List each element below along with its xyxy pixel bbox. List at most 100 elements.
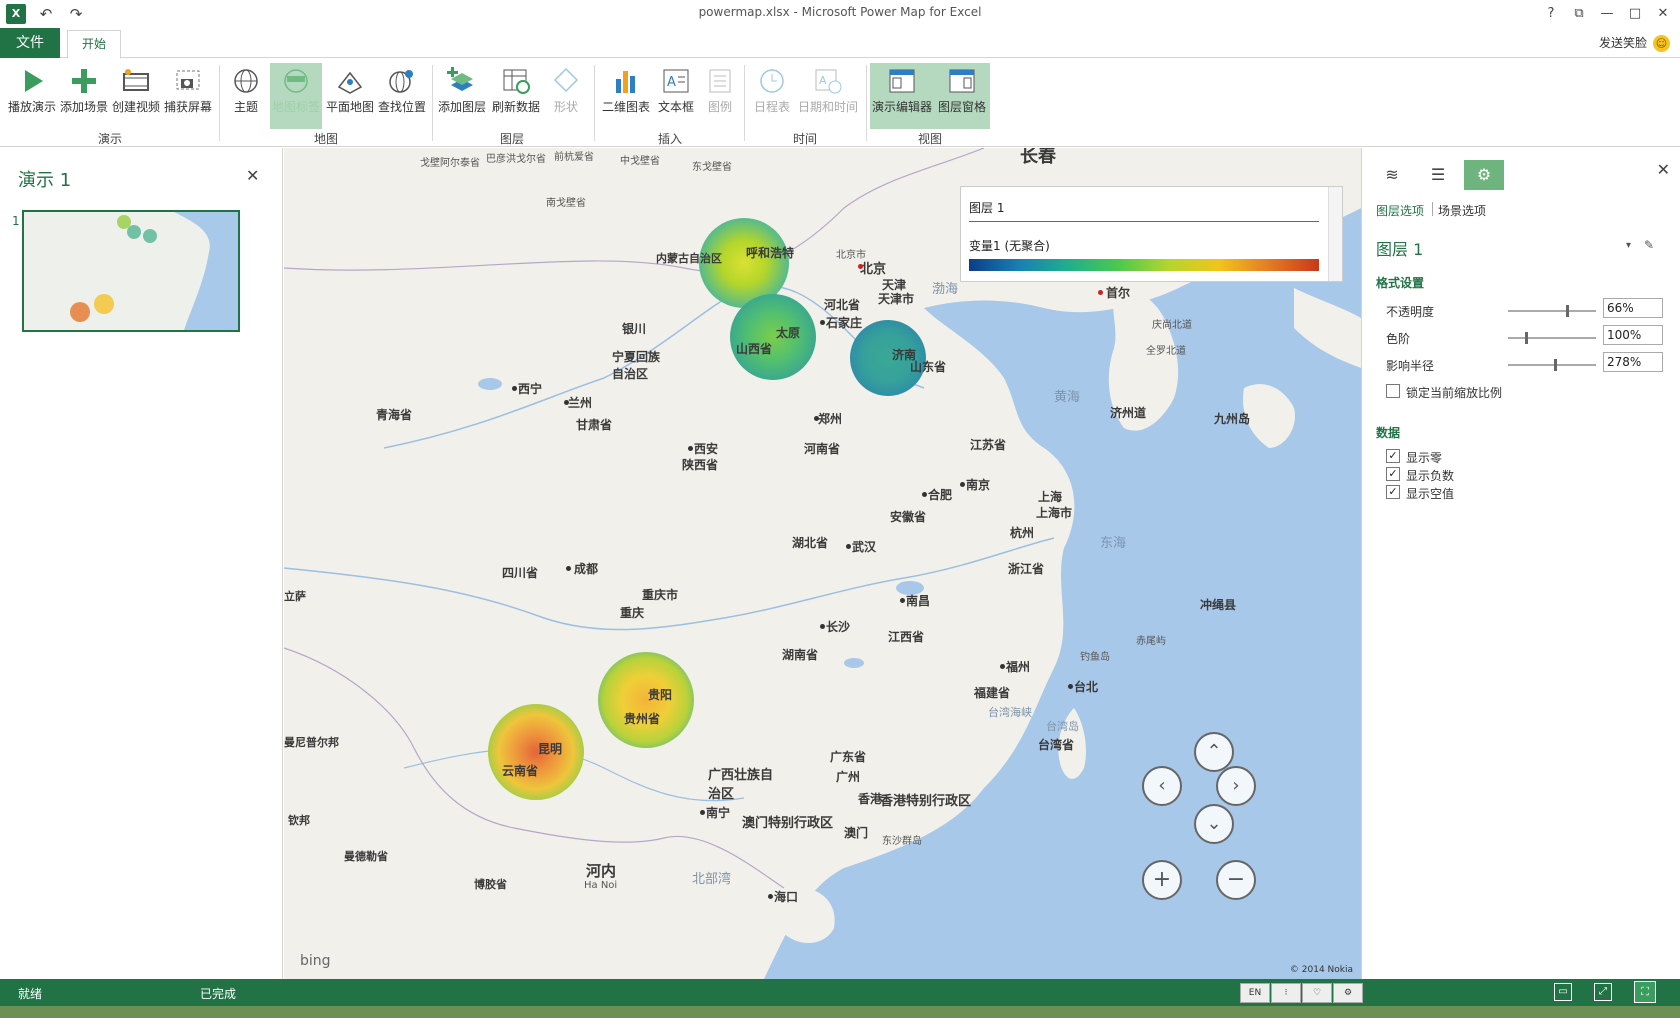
play-tour-button[interactable]: 播放演示 [6, 63, 58, 129]
map-labels-button[interactable]: 地图标签 [270, 63, 322, 129]
ribbon-separator [219, 65, 220, 141]
chevron-down-icon[interactable]: ▾ [1626, 240, 1631, 251]
map-label: Ha Noi [584, 880, 618, 891]
map-legend[interactable]: 图层 1 变量1 (无聚合) [960, 186, 1343, 282]
tab-home[interactable]: 开始 [67, 30, 121, 59]
status-bar: 就绪 已完成 EN ⁝ ♡ ⚙ ▭ ⤢ ⛶ [0, 979, 1680, 1006]
map-label: 贵阳 [648, 688, 673, 702]
ribbon-separator [594, 65, 595, 141]
opacity-slider[interactable] [1508, 305, 1596, 317]
color-scale-input[interactable]: 100% [1603, 325, 1663, 345]
slider-knob[interactable] [1566, 305, 1569, 317]
add-layer-icon [447, 67, 477, 95]
language-button[interactable]: EN [1240, 983, 1270, 1003]
layer-pane-button[interactable]: 图层窗格 [934, 63, 990, 129]
add-scene-button[interactable]: 添加场景 [58, 63, 110, 129]
film-icon [121, 67, 151, 95]
status-complete: 已完成 [200, 987, 237, 1001]
zoom-in-button[interactable]: + [1142, 860, 1182, 900]
info-icon[interactable]: ⁝ [1271, 983, 1301, 1003]
restore-ribbon-icon[interactable]: ⧉ [1568, 4, 1590, 24]
settings-icon[interactable]: ⚙ [1464, 160, 1504, 190]
pan-up-button[interactable]: ⌃ [1194, 732, 1234, 772]
view-normal-icon[interactable]: ▭ [1554, 983, 1572, 1001]
bar-chart-icon [611, 67, 641, 95]
zoom-out-button[interactable]: − [1216, 860, 1256, 900]
tour-title[interactable]: 演示 1 [18, 166, 71, 192]
map-label: 江苏省 [970, 438, 1007, 452]
clock-icon [757, 67, 787, 95]
layers-icon[interactable]: ≋ [1372, 160, 1412, 190]
pan-left-button[interactable]: ‹ [1142, 766, 1182, 806]
shapes-button[interactable]: 形状 [544, 63, 588, 129]
chart-2d-button[interactable]: 二维图表 [600, 63, 652, 129]
maximize-button[interactable]: □ [1624, 4, 1646, 24]
map-label: 巴彦洪戈尔省 [486, 154, 546, 165]
map-label: 南宁 [706, 806, 731, 820]
show-zero-checkbox[interactable]: ✓ [1386, 449, 1400, 463]
tab-file[interactable]: 文件 [0, 28, 60, 58]
tab-layer-options[interactable]: 图层选项 [1376, 202, 1424, 219]
refresh-icon [501, 67, 531, 95]
map-label: 东海 [1100, 536, 1127, 551]
minimize-button[interactable]: — [1596, 4, 1618, 24]
radius-slider[interactable] [1508, 359, 1596, 371]
view-fit-icon[interactable]: ⤢ [1594, 983, 1612, 1001]
pencil-icon[interactable]: ✎ [1644, 238, 1654, 252]
map-label: 澳门 [844, 826, 869, 840]
themes-label: 主题 [233, 100, 258, 114]
layer-name[interactable]: 图层 1 [1376, 236, 1423, 260]
slider-knob[interactable] [1525, 332, 1528, 344]
legend-scrollbar[interactable] [1328, 187, 1342, 281]
legend-button[interactable]: 图例 [700, 63, 740, 129]
map-label: 曼德勒省 [344, 850, 388, 863]
fullscreen-icon[interactable]: ⛶ [1634, 981, 1656, 1003]
color-scale-slider[interactable] [1508, 332, 1596, 344]
show-negative-checkbox[interactable]: ✓ [1386, 467, 1400, 481]
group-view-label: 视图 [917, 132, 942, 146]
map-view[interactable]: 长春 戈壁阿尔泰省 巴彦洪戈尔省 前杭爱省 中戈壁省 东戈壁省 南戈壁省 内蒙古… [284, 148, 1361, 979]
timeline-button[interactable]: 日程表 [750, 63, 794, 129]
map-label: 合肥 [928, 488, 953, 502]
map-label: 太原 [776, 326, 801, 340]
show-null-checkbox[interactable]: ✓ [1386, 485, 1400, 499]
opacity-input[interactable]: 66% [1603, 298, 1663, 318]
taskbar [0, 1006, 1680, 1018]
plus-icon [69, 67, 99, 95]
date-time-button[interactable]: A 日期和时间 [796, 63, 860, 129]
text-box-button[interactable]: A 文本框 [654, 63, 698, 129]
tab-scene-options[interactable]: 场景选项 [1438, 202, 1486, 219]
themes-button[interactable]: 主题 [224, 63, 268, 129]
create-video-button[interactable]: 创建视频 [110, 63, 162, 129]
lock-scale-checkbox[interactable] [1386, 384, 1400, 398]
tour-editor-button[interactable]: 演示编辑器 [870, 63, 934, 129]
flat-map-button[interactable]: 平面地图 [324, 63, 376, 129]
add-layer-button[interactable]: 添加图层 [436, 63, 488, 129]
heart-icon[interactable]: ♡ [1302, 983, 1332, 1003]
capture-screen-button[interactable]: 捕获屏幕 [162, 63, 214, 129]
city-marker [820, 320, 825, 325]
find-location-button[interactable]: 查找位置 [376, 63, 428, 129]
help-button[interactable]: ? [1540, 4, 1562, 24]
map-labels-icon [281, 67, 311, 95]
slider-knob[interactable] [1554, 359, 1557, 371]
create-video-label: 创建视频 [111, 100, 160, 114]
close-button[interactable]: ✕ [1652, 4, 1674, 24]
heat-spot-guiyang [598, 652, 694, 748]
close-icon[interactable]: ✕ [246, 166, 259, 185]
map-label: 湖北省 [792, 536, 829, 550]
send-smile-button[interactable]: 发送笑脸 ☺ [1599, 34, 1670, 52]
pan-right-button[interactable]: › [1216, 766, 1256, 806]
tour-editor-pane: 演示 1 ✕ 1 [0, 148, 283, 979]
close-icon[interactable]: ✕ [1657, 160, 1670, 179]
shapes-icon [551, 67, 581, 95]
map-label: 北京 [860, 262, 887, 277]
gear-icon[interactable]: ⚙ [1333, 983, 1363, 1003]
radius-input[interactable]: 278% [1603, 352, 1663, 372]
scene-thumbnail[interactable] [22, 210, 240, 332]
fields-icon[interactable]: ☰ [1418, 160, 1458, 190]
map-label: 澳门特别行政区 [742, 816, 834, 831]
timeline-label: 日程表 [753, 100, 790, 114]
pan-down-button[interactable]: ⌄ [1194, 804, 1234, 844]
refresh-data-button[interactable]: 刷新数据 [490, 63, 542, 129]
